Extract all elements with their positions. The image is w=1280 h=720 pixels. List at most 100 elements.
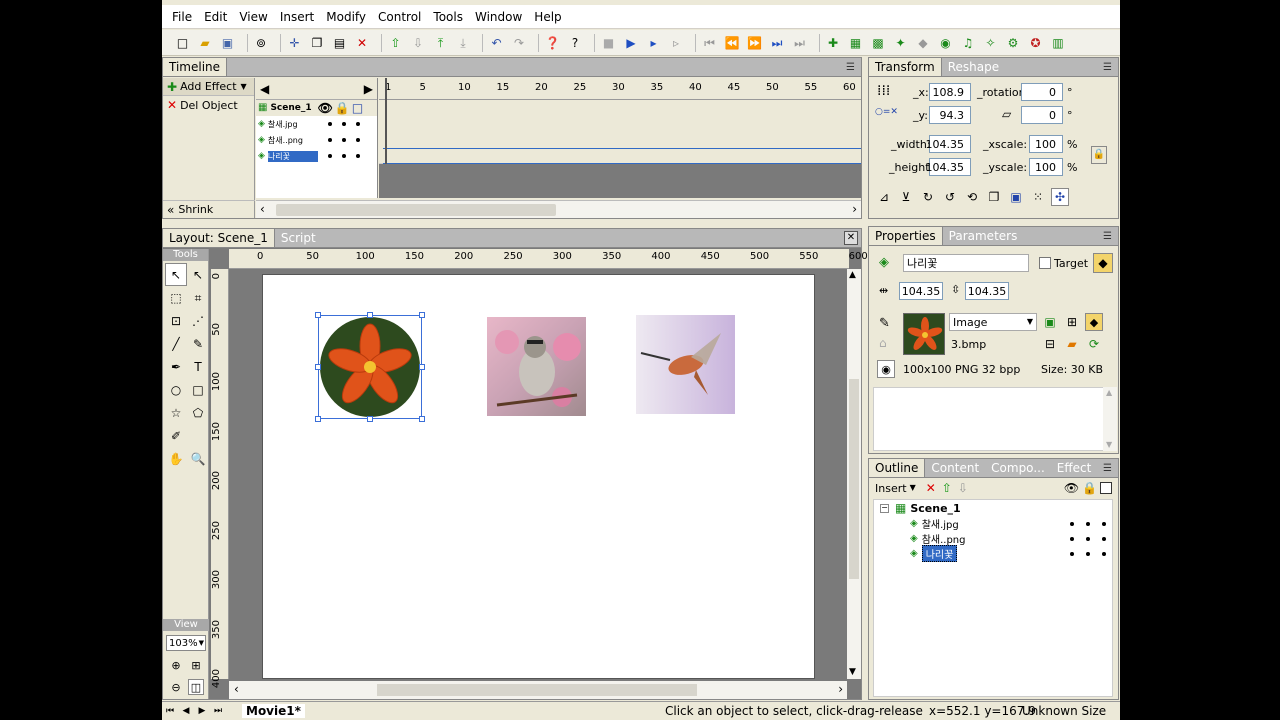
selection-handle[interactable] bbox=[315, 312, 321, 318]
insert-image-icon[interactable]: ▦ bbox=[847, 34, 864, 51]
x-field[interactable]: 108.9 bbox=[929, 83, 971, 101]
context-help-icon[interactable]: ? bbox=[567, 34, 584, 51]
tab-transform[interactable]: Transform bbox=[869, 58, 942, 76]
menu-tools[interactable]: Tools bbox=[433, 10, 463, 24]
lock-icon[interactable]: 🔒 bbox=[1082, 482, 1097, 494]
star-icon[interactable]: ☆ bbox=[165, 401, 187, 424]
stop-icon[interactable]: ■ bbox=[600, 34, 617, 51]
redo-icon[interactable]: ↷ bbox=[511, 34, 528, 51]
image-refresh-icon[interactable]: ⟳ bbox=[1085, 335, 1103, 353]
play-scene-icon[interactable]: ▸ bbox=[645, 34, 662, 51]
rotate-ccw-icon[interactable]: ↺ bbox=[941, 188, 959, 206]
prop-height-field[interactable]: 104.35 bbox=[965, 282, 1009, 300]
tree-item-row[interactable]: ◈ 찰새.jpg bbox=[874, 516, 1112, 531]
scroll-thumb[interactable] bbox=[276, 204, 556, 216]
lock-proportions-icon[interactable]: 🔒 bbox=[1091, 146, 1107, 164]
flip-vertical-icon[interactable]: ⊻ bbox=[897, 188, 915, 206]
scroll-thumb[interactable] bbox=[377, 684, 697, 696]
selection-handle[interactable] bbox=[419, 312, 425, 318]
scroll-up-icon[interactable]: ▲ bbox=[1106, 389, 1112, 397]
panel-menu-icon[interactable]: ☰ bbox=[1103, 463, 1112, 474]
subselect-icon[interactable]: ↖ bbox=[187, 263, 209, 286]
fill-icon[interactable]: ⌂ bbox=[879, 337, 887, 349]
yscale-field[interactable]: 100 bbox=[1029, 158, 1063, 176]
movie-tab[interactable]: Movie1* bbox=[242, 704, 305, 718]
tab-content[interactable]: Content bbox=[925, 461, 985, 475]
play-frame-icon[interactable]: ▹ bbox=[668, 34, 685, 51]
pencil-icon[interactable]: ✎ bbox=[187, 332, 209, 355]
menu-edit[interactable]: Edit bbox=[204, 10, 227, 24]
marquee-icon[interactable]: ⬚ bbox=[165, 286, 187, 309]
tab-component[interactable]: Compo... bbox=[985, 461, 1051, 475]
scroll-thumb[interactable] bbox=[849, 379, 859, 579]
image-hummingbird[interactable] bbox=[636, 315, 735, 414]
rotate-180-icon[interactable]: ⟲ bbox=[963, 188, 981, 206]
reshape-icon[interactable]: ⋰ bbox=[187, 309, 209, 332]
tab-parameters[interactable]: Parameters bbox=[943, 229, 1024, 243]
paste-icon[interactable]: ▤ bbox=[331, 34, 348, 51]
zoom-out-icon[interactable]: ⊖ bbox=[168, 679, 184, 695]
last-frame-icon[interactable]: ⏭ bbox=[791, 34, 808, 51]
panel-menu-icon[interactable]: ☰ bbox=[846, 62, 855, 73]
lock-icon[interactable]: 🔒 bbox=[335, 102, 350, 114]
outline-dot[interactable] bbox=[1102, 536, 1106, 541]
collapse-icon[interactable]: − bbox=[880, 503, 889, 513]
panel-menu-icon[interactable]: ☰ bbox=[1103, 62, 1112, 73]
scroll-right-icon[interactable]: ▶ bbox=[364, 83, 373, 95]
name-field[interactable]: 나리꽃 bbox=[903, 254, 1029, 272]
image-folder-icon[interactable]: ▰ bbox=[1063, 335, 1081, 353]
tab-script[interactable]: Script bbox=[275, 231, 322, 245]
insert-component-icon[interactable]: ⚙ bbox=[1005, 34, 1022, 51]
outline-dot[interactable] bbox=[1102, 551, 1106, 556]
image-properties-icon[interactable]: ⊟ bbox=[1041, 335, 1059, 353]
selection-handle[interactable] bbox=[315, 364, 321, 370]
menu-insert[interactable]: Insert bbox=[280, 10, 314, 24]
pen-icon[interactable]: ✒ bbox=[165, 355, 187, 378]
crop-icon[interactable]: ⌗ bbox=[187, 286, 209, 309]
next-tab-icon[interactable]: ▶ bbox=[194, 706, 210, 716]
insert-sound-icon[interactable]: ♫ bbox=[960, 34, 977, 51]
next-frame-icon[interactable]: ⏩ bbox=[746, 34, 763, 51]
move-down-icon[interactable]: ⇩ bbox=[958, 482, 968, 494]
target-picker-icon[interactable]: ◆ bbox=[1093, 253, 1113, 273]
delete-icon[interactable]: ✕ bbox=[354, 34, 371, 51]
selection-handle[interactable] bbox=[419, 416, 425, 422]
last-tab-icon[interactable]: ⏭ bbox=[210, 706, 226, 716]
bucket-icon[interactable]: ◉ bbox=[877, 360, 895, 378]
selection-handle[interactable] bbox=[419, 364, 425, 370]
menu-file[interactable]: File bbox=[172, 10, 192, 24]
first-tab-icon[interactable]: ⏮ bbox=[162, 706, 178, 716]
menu-modify[interactable]: Modify bbox=[326, 10, 366, 24]
outline-dot[interactable] bbox=[355, 154, 360, 158]
tab-timeline[interactable]: Timeline bbox=[163, 58, 228, 76]
rectangle-icon[interactable]: □ bbox=[187, 378, 209, 401]
target-checkbox[interactable] bbox=[1039, 257, 1051, 269]
tab-effect[interactable]: Effect bbox=[1051, 461, 1098, 475]
undo-icon[interactable]: ↶ bbox=[488, 34, 505, 51]
outline-dot[interactable] bbox=[355, 122, 360, 126]
image-sparrow[interactable] bbox=[487, 317, 586, 416]
image-export-icon[interactable]: ◆ bbox=[1085, 313, 1103, 331]
tab-layout[interactable]: Layout: Scene_1 bbox=[163, 229, 275, 247]
lock-dot[interactable] bbox=[341, 154, 346, 158]
scroll-up-icon[interactable]: ▲ bbox=[849, 271, 856, 280]
eye-icon[interactable]: 👁 bbox=[1064, 482, 1079, 494]
first-frame-icon[interactable]: ⏮ bbox=[701, 34, 718, 51]
hand-icon[interactable]: ✋ bbox=[165, 447, 187, 470]
insert-button-icon[interactable]: ▩ bbox=[870, 34, 887, 51]
copy-icon[interactable]: ❐ bbox=[309, 34, 326, 51]
dropdown-arrow-icon[interactable]: ▼ bbox=[910, 484, 916, 492]
save-icon[interactable]: ▣ bbox=[219, 34, 236, 51]
tree-item-row-selected[interactable]: ◈ 나리꽃 bbox=[874, 545, 1112, 562]
rotate-cw-icon[interactable]: ↻ bbox=[919, 188, 937, 206]
shrink-button[interactable]: « Shrink bbox=[163, 200, 255, 218]
text-icon[interactable]: T bbox=[187, 355, 209, 378]
zoom-in-icon[interactable]: ⊕ bbox=[168, 657, 184, 673]
fit-stage-icon[interactable]: ▣ bbox=[1007, 188, 1025, 206]
preview-icon[interactable]: ⊚ bbox=[253, 34, 270, 51]
menu-help[interactable]: Help bbox=[534, 10, 561, 24]
pencil-edit-icon[interactable]: ✎ bbox=[879, 317, 890, 330]
xscale-field[interactable]: 100 bbox=[1029, 135, 1063, 153]
align-grid-icon[interactable]: ⁙ bbox=[1029, 188, 1047, 206]
playhead[interactable] bbox=[379, 78, 387, 164]
